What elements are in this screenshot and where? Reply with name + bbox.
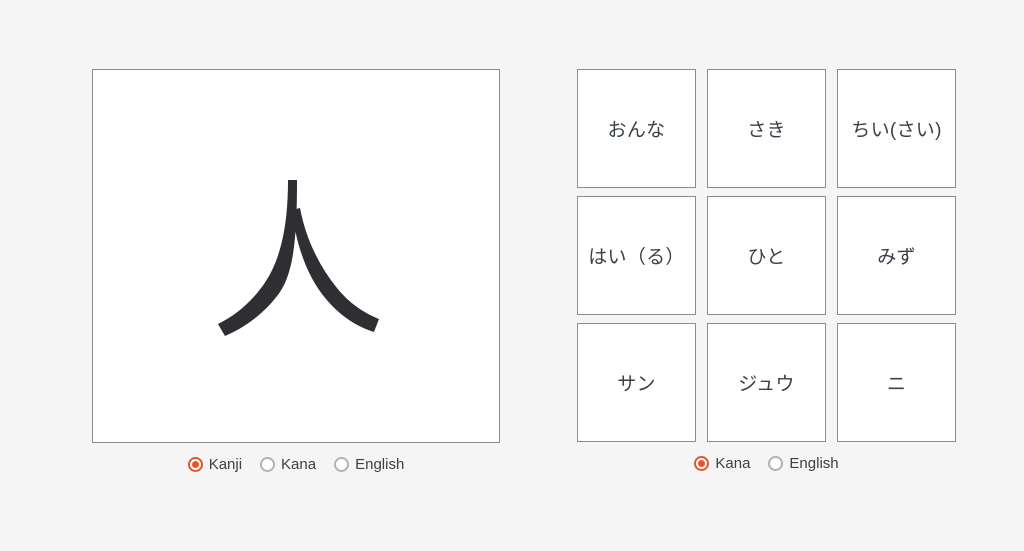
answer-choice-cell[interactable]: ちい(さい): [837, 69, 956, 188]
kanji-character-person-icon: [196, 166, 396, 346]
answer-mode-option-kana[interactable]: Kana: [694, 456, 750, 471]
prompt-mode-label-kana: Kana: [281, 456, 317, 473]
answer-choice-cell[interactable]: みず: [837, 196, 956, 315]
answer-choice-cell[interactable]: はい（る）: [577, 196, 696, 315]
radio-unselected-icon[interactable]: [768, 456, 784, 471]
answer-mode-option-english[interactable]: English: [768, 455, 839, 472]
prompt-mode-option-kana[interactable]: Kana: [260, 457, 316, 472]
radio-selected-icon[interactable]: [187, 457, 203, 472]
answer-choice-cell[interactable]: おんな: [577, 69, 696, 188]
answer-mode-radio-group[interactable]: Kana English: [577, 456, 956, 471]
radio-unselected-icon[interactable]: [334, 457, 350, 472]
answer-choice-cell[interactable]: さき: [707, 69, 826, 188]
answer-panel: おんな さき ちい(さい) はい（る） ひと みず サン ジュウ ニ Kana …: [577, 69, 956, 471]
answer-choice-cell[interactable]: ジュウ: [707, 323, 826, 442]
prompt-panel: Kanji Kana English: [92, 69, 502, 472]
answer-choice-cell[interactable]: サン: [577, 323, 696, 442]
kanji-prompt-card[interactable]: [92, 69, 500, 443]
answer-mode-label-kana: Kana: [715, 455, 751, 472]
prompt-mode-label-kanji: Kanji: [208, 456, 243, 473]
radio-selected-icon[interactable]: [694, 456, 710, 471]
prompt-mode-radio-group[interactable]: Kanji Kana English: [92, 457, 500, 472]
answer-choice-grid: おんな さき ちい(さい) はい（る） ひと みず サン ジュウ ニ: [577, 69, 956, 442]
answer-choice-cell[interactable]: ひと: [707, 196, 826, 315]
prompt-mode-option-kanji[interactable]: Kanji: [187, 456, 243, 473]
prompt-mode-label-english: English: [355, 456, 405, 473]
answer-mode-label-english: English: [789, 455, 839, 472]
prompt-mode-option-english[interactable]: English: [334, 457, 404, 472]
answer-choice-cell[interactable]: ニ: [837, 323, 956, 442]
radio-unselected-icon[interactable]: [260, 457, 276, 472]
